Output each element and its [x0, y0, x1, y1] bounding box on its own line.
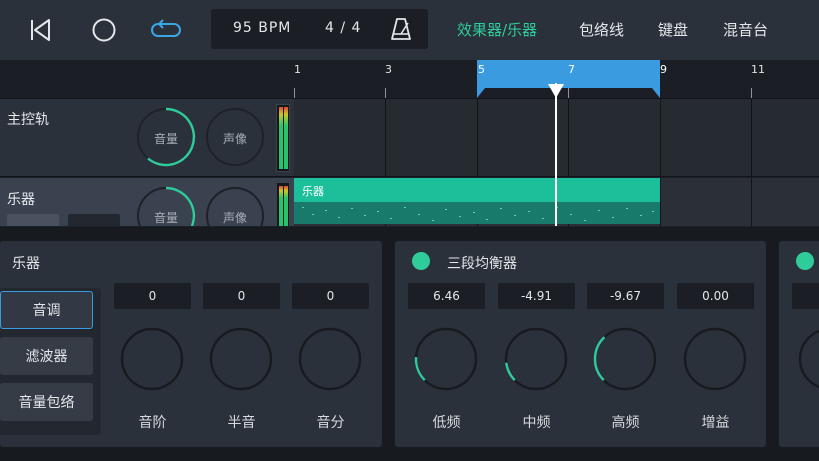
eq-arc: [593, 336, 606, 382]
clip-notes: [294, 202, 660, 224]
track-header: 主控轨 音量 声像: [0, 99, 293, 176]
pan-knob[interactable]: 声像: [205, 107, 265, 167]
level-meter: [276, 182, 290, 226]
volume-knob[interactable]: 音量: [136, 107, 196, 167]
value-field[interactable]: -4.91: [498, 283, 575, 309]
low-freq-knob[interactable]: [414, 327, 478, 391]
tab-mixer[interactable]: 混音台: [723, 19, 768, 40]
ruler-tick: [294, 88, 295, 98]
grid-line: [477, 99, 478, 176]
panel-title: 乐器: [12, 256, 40, 272]
timeline-ruler[interactable]: 1 3 5 7 9 11: [0, 60, 819, 99]
pan-label: 声像: [222, 132, 247, 146]
clip-header[interactable]: 乐器: [294, 178, 660, 202]
value-field[interactable]: 0.00: [677, 283, 754, 309]
track-instrument[interactable]: 乐器 乐器 音量 声像: [0, 178, 819, 226]
value-field[interactable]: 0: [203, 283, 280, 309]
instrument-clip[interactable]: 乐器: [294, 178, 660, 226]
eq-panel: 三段均衡器 6.46 -4.91 -9.67 0.00 低频 中频 高频 增益: [395, 241, 766, 447]
time-signature-display[interactable]: 4 / 4: [325, 20, 361, 36]
track-header: 乐器 音量 声像: [0, 178, 293, 226]
scale-knob[interactable]: [120, 327, 184, 391]
panel-title: 三段均衡器: [447, 256, 517, 272]
next-effect-panel: [779, 241, 819, 447]
level-meter: [276, 104, 290, 172]
volume-knob[interactable]: 音量: [136, 186, 196, 226]
playhead-line: [555, 83, 557, 226]
eq-arc: [414, 357, 426, 382]
track-master[interactable]: 主控轨 音量 声像: [0, 99, 819, 177]
ruler-label-5: 5: [478, 63, 485, 76]
semitone-knob[interactable]: [209, 327, 273, 391]
side-button-volume-envelope[interactable]: 音量包络: [0, 383, 93, 421]
knob-label: 半音: [227, 415, 256, 431]
volume-label: 音量: [153, 211, 178, 225]
track-name[interactable]: 主控轨: [7, 109, 49, 129]
loop-icon[interactable]: [149, 13, 183, 47]
value-field[interactable]: 0: [114, 283, 191, 309]
track-name[interactable]: 乐器: [7, 189, 35, 209]
eq-power-toggle[interactable]: [412, 252, 430, 270]
ruler-tick: [751, 88, 752, 98]
grid-line: [660, 99, 661, 176]
ruler-label-3: 3: [385, 63, 392, 76]
ruler-label-9: 9: [660, 63, 667, 76]
cents-knob[interactable]: [298, 327, 362, 391]
transport-display: 95 BPM 4 / 4: [211, 9, 428, 49]
value-field[interactable]: [792, 283, 819, 309]
eq-arc: [505, 362, 516, 382]
track-mute-button[interactable]: [7, 214, 59, 226]
value-field[interactable]: 6.46: [408, 283, 485, 309]
gain-knob[interactable]: [683, 327, 747, 391]
value-field[interactable]: 0: [292, 283, 369, 309]
playhead-marker[interactable]: [548, 83, 564, 98]
side-button-filter[interactable]: 滤波器: [0, 337, 93, 375]
effects-area: 乐器 音调 滤波器 音量包络 0 0 0 音阶 半音 音分 三段均衡器 6.46…: [0, 227, 819, 461]
clip-label: 乐器: [302, 185, 324, 198]
knob-label: 高频: [611, 415, 640, 431]
bpm-display[interactable]: 95 BPM: [233, 20, 291, 36]
effect-knob[interactable]: [798, 327, 819, 391]
instrument-side-menu: 音调 滤波器 音量包络: [0, 288, 101, 435]
side-button-pitch[interactable]: 音调: [0, 291, 93, 329]
value-field[interactable]: -9.67: [587, 283, 664, 309]
ruler-tick: [385, 88, 386, 98]
grid-line: [751, 178, 752, 226]
grid-line: [660, 178, 661, 226]
knob-label: 增益: [701, 415, 730, 431]
effect-power-toggle[interactable]: [796, 252, 814, 270]
pan-label: 声像: [222, 211, 247, 225]
ruler-label-1: 1: [294, 63, 301, 76]
knob-label: 音阶: [138, 415, 167, 431]
knob-label: 中频: [522, 415, 551, 431]
grid-line: [385, 99, 386, 176]
metronome-icon[interactable]: [389, 17, 413, 41]
mid-freq-knob[interactable]: [504, 327, 568, 391]
tab-keyboard[interactable]: 键盘: [658, 19, 688, 40]
skip-back-icon[interactable]: [23, 13, 57, 47]
grid-line: [751, 99, 752, 176]
volume-label: 音量: [153, 132, 178, 146]
ruler-label-11: 11: [751, 63, 765, 76]
tab-envelope[interactable]: 包络线: [579, 19, 624, 40]
track-solo-button[interactable]: [68, 214, 120, 226]
grid-line: [568, 99, 569, 176]
record-circle-icon[interactable]: [87, 13, 121, 47]
tab-effects-instrument[interactable]: 效果器/乐器: [457, 19, 537, 40]
pan-knob[interactable]: 声像: [205, 186, 265, 226]
ruler-label-7: 7: [568, 63, 575, 76]
knob-label: 音分: [316, 415, 345, 431]
knob-label: 低频: [432, 415, 461, 431]
top-toolbar: 95 BPM 4 / 4 效果器/乐器 包络线 键盘 混音台: [0, 0, 819, 60]
high-freq-knob[interactable]: [593, 327, 657, 391]
instrument-panel: 乐器 音调 滤波器 音量包络 0 0 0 音阶 半音 音分: [0, 241, 382, 447]
